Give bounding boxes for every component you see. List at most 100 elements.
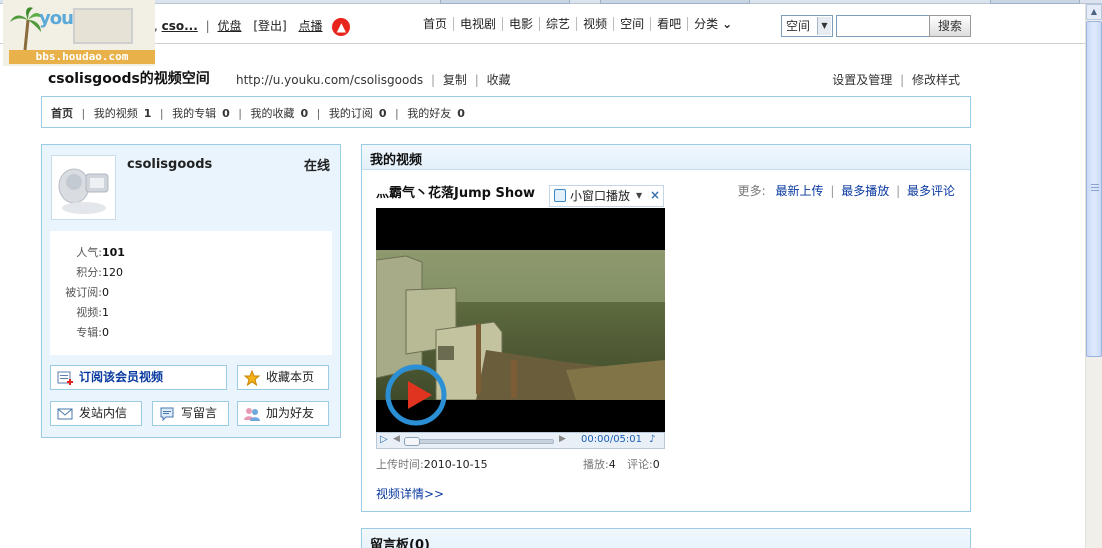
stat-label: 积分:: [76, 266, 102, 279]
comment-label: 写留言: [181, 406, 218, 420]
add-friend-button[interactable]: 加为好友: [237, 401, 329, 426]
volume-icon[interactable]: ♪: [649, 434, 655, 445]
avatar[interactable]: [51, 155, 116, 220]
page-scrollbar[interactable]: ▲: [1085, 4, 1102, 548]
nav-movie[interactable]: 电影: [502, 17, 539, 31]
logout-link[interactable]: [登出]: [253, 19, 286, 33]
plays-value: 4: [608, 458, 616, 471]
subnav-count: 0: [378, 107, 387, 120]
guestbook-title: 留言板(0): [370, 538, 430, 548]
stat-value: 1: [102, 306, 109, 319]
subnav-label: 我的视频: [93, 107, 138, 120]
search-input[interactable]: [836, 15, 930, 37]
add-friend-label: 加为好友: [266, 406, 315, 420]
most-played-link[interactable]: 最多播放: [841, 184, 889, 198]
nav-bar[interactable]: 看吧: [650, 17, 687, 31]
video-detail-link[interactable]: 视频详情>>: [376, 485, 444, 502]
plays-meta: 播放:4: [583, 456, 616, 472]
more-label: 更多:: [737, 184, 766, 198]
default-avatar-icon: [58, 168, 109, 214]
subnav-count: 0: [222, 107, 230, 120]
play-icon[interactable]: ▷: [380, 434, 388, 445]
comment-button[interactable]: 写留言: [152, 401, 229, 426]
style-link[interactable]: 修改样式: [912, 73, 960, 87]
upload-date: 2010-10-15: [423, 458, 488, 471]
nav-category-label: 分类: [694, 17, 719, 31]
stat-label: 专辑:: [76, 326, 102, 339]
copy-link[interactable]: 复制: [443, 73, 467, 87]
mini-window-play-bar[interactable]: 小窗口播放 ▼ ×: [549, 185, 664, 207]
subscribe-label: 订阅该会员视频: [79, 370, 164, 384]
space-url-row: http://u.youku.com/csolisgoods | 复制 | 收藏: [236, 73, 511, 87]
settings-link[interactable]: 设置及管理: [832, 73, 892, 87]
subnav-my-friends[interactable]: 我的好友 0: [407, 107, 465, 120]
tv-icon: [554, 189, 566, 202]
nav-video[interactable]: 视频: [576, 17, 613, 31]
search-scope-select[interactable]: 空间 ▼: [781, 15, 833, 37]
search-button[interactable]: 搜索: [929, 15, 971, 37]
upload-label: 上传时间:: [376, 458, 424, 471]
progress-track[interactable]: [404, 439, 554, 444]
logo-url: bbs.houdao.com: [9, 50, 155, 64]
stat-value: 120: [102, 266, 123, 279]
dropdown-arrow-icon[interactable]: ▼: [636, 186, 642, 206]
forward-icon[interactable]: ▶: [559, 434, 566, 444]
watermark-logo: youku优酷 bbs.houdao.com: [3, 0, 155, 66]
subnav-my-subscriptions[interactable]: 我的订阅 0: [329, 107, 387, 120]
stat-albums: 专辑:0: [50, 324, 170, 340]
nav-home[interactable]: 首页: [417, 17, 453, 31]
stat-value: 101: [102, 246, 125, 259]
play-icon[interactable]: [384, 363, 448, 427]
dianbo-link[interactable]: 点播: [299, 19, 323, 33]
more-links: 更多: 最新上传 | 最多播放 | 最多评论: [737, 184, 955, 198]
stat-label: 视频:: [76, 306, 102, 319]
most-commented-link[interactable]: 最多评论: [907, 184, 955, 198]
username-link[interactable]: cso...: [162, 19, 198, 33]
subnav-label: 我的好友: [407, 107, 452, 120]
logo-stamp: [73, 8, 133, 44]
video-meta: 上传时间:2010-10-15 播放:4 评论:0: [376, 456, 665, 472]
subnav-my-favorites[interactable]: 我的收藏 0: [250, 107, 308, 120]
upan-link[interactable]: 优盘: [217, 19, 241, 33]
subscribe-button[interactable]: 订阅该会员视频: [50, 365, 227, 390]
message-button[interactable]: 发站内信: [50, 401, 142, 426]
dropdown-arrow-icon[interactable]: ▼: [817, 17, 831, 35]
scroll-thumb[interactable]: [1086, 21, 1102, 357]
subnav-my-videos[interactable]: 我的视频 1: [94, 107, 152, 120]
nav-space[interactable]: 空间: [613, 17, 650, 31]
nav-variety[interactable]: 综艺: [539, 17, 576, 31]
user-links: hi, cso... | 优盘 [登出] 点播 ▲: [143, 17, 351, 36]
video-title[interactable]: 灬霸气丶花落Jump Show: [376, 182, 535, 201]
video-watermark: [624, 240, 658, 250]
close-icon[interactable]: ×: [650, 185, 660, 205]
rewind-icon[interactable]: ◀: [393, 434, 400, 444]
main-nav: 首页 电视剧 电影 综艺 视频 空间 看吧 分类 ⌄: [417, 17, 738, 31]
subnav-label: 我的收藏: [250, 107, 295, 120]
subnav-count: 1: [143, 107, 152, 120]
favorite-link[interactable]: 收藏: [487, 73, 511, 87]
nav-category[interactable]: 分类 ⌄: [687, 17, 738, 31]
add-friend-icon: [244, 408, 260, 421]
comments-meta: 评论:0: [627, 456, 660, 472]
subnav-home[interactable]: 首页: [51, 107, 73, 120]
player-controls: ▷ ◀ ▶ 00:00/05:01 ♪: [376, 432, 665, 449]
stat-points: 积分:120: [50, 264, 170, 280]
bookmark-button[interactable]: 收藏本页: [237, 365, 329, 390]
nav-tv[interactable]: 电视剧: [453, 17, 502, 31]
scroll-up-icon[interactable]: ▲: [1086, 4, 1102, 20]
stat-popularity: 人气:101: [50, 244, 170, 260]
subscribe-icon: [57, 371, 73, 385]
mini-play-label: 小窗口播放: [570, 189, 631, 203]
subnav-my-albums[interactable]: 我的专辑 0: [172, 107, 230, 120]
panel-header: 我的视频: [362, 145, 970, 170]
speech-bubble-icon: [160, 407, 174, 422]
upload-arrow-icon[interactable]: ▲: [332, 17, 351, 36]
progress-handle[interactable]: [404, 437, 420, 446]
palm-tree-icon: [10, 7, 43, 50]
latest-upload-link[interactable]: 最新上传: [776, 184, 824, 198]
stat-videos: 视频:1: [50, 304, 170, 320]
search-scope-value: 空间: [786, 19, 811, 33]
message-label: 发站内信: [79, 406, 128, 420]
bookmark-label: 收藏本页: [266, 370, 315, 384]
video-player[interactable]: [376, 208, 665, 448]
